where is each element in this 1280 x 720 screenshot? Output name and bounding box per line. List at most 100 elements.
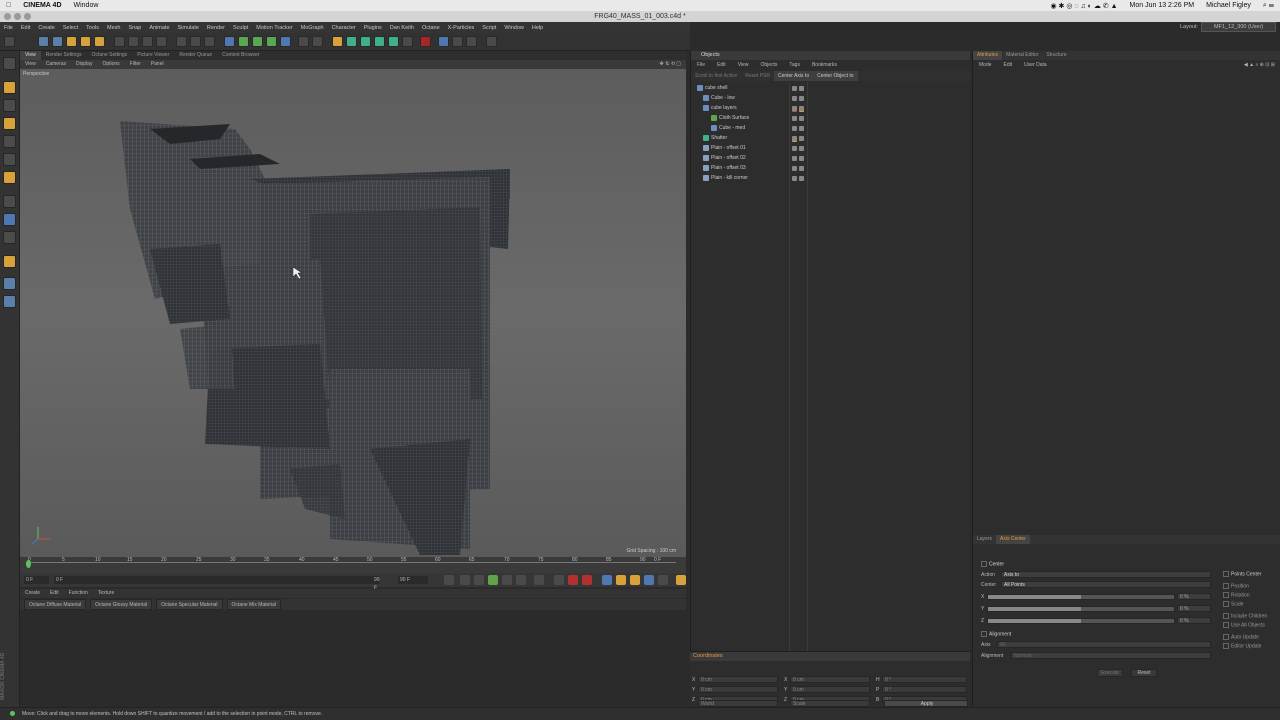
recent-tool-icon[interactable]	[94, 36, 105, 47]
render-view-icon[interactable]	[176, 36, 187, 47]
vp-menu-options[interactable]: Options	[97, 60, 124, 69]
coord-size-mode-dropdown[interactable]: Scale	[790, 700, 870, 707]
live-select-icon[interactable]	[38, 36, 49, 47]
spline-pen-icon[interactable]	[238, 36, 249, 47]
attr-menu-user-data[interactable]: User Data	[1018, 61, 1053, 70]
x-slider[interactable]	[987, 594, 1175, 600]
action-dropdown[interactable]: Axis to	[1001, 571, 1211, 578]
use-all-objects-checkbox[interactable]: Use All Objects	[1223, 622, 1265, 628]
coordinate-system-icon[interactable]	[156, 36, 167, 47]
viewport-nav-icons[interactable]: ✥ ⇅ ⟲ ▢	[655, 60, 686, 69]
tab-picture-viewer[interactable]: Picture Viewer	[132, 51, 174, 60]
edit-render-settings-icon[interactable]	[204, 36, 215, 47]
panel-icon[interactable]	[452, 36, 463, 47]
parameter-key-icon[interactable]	[658, 575, 668, 585]
viewport-layout-icon[interactable]	[466, 36, 477, 47]
layout-icon[interactable]	[438, 36, 449, 47]
tab-content-browser[interactable]: Content Browser	[217, 51, 264, 60]
menu-simulate[interactable]: Simulate	[174, 25, 203, 31]
layout-dropdown[interactable]: MF1_12_300 (User)	[1201, 22, 1277, 32]
mograph-fracture-icon[interactable]	[360, 36, 371, 47]
menu-mesh[interactable]: Mesh	[103, 25, 124, 31]
vp-menu-panel[interactable]: Panel	[146, 60, 169, 69]
pos-x-field[interactable]: 0 cm	[698, 676, 778, 683]
list-item[interactable]: Cloth Surface	[711, 114, 749, 123]
include-children-checkbox[interactable]: Include Children	[1223, 613, 1267, 619]
tab-center-object[interactable]: Center Object to	[813, 71, 858, 81]
tab-scroll-active[interactable]: Scroll to first Active	[691, 71, 741, 81]
model-mode-icon[interactable]	[3, 117, 16, 130]
object-tags[interactable]	[791, 104, 811, 113]
user-name[interactable]: Michael Figley	[1200, 2, 1257, 9]
tab-material-editor[interactable]: Material Editor	[1002, 51, 1042, 60]
rotation-checkbox[interactable]: Rotation	[1223, 592, 1250, 598]
list-item[interactable]: cube shell	[697, 84, 728, 93]
scale-checkbox[interactable]: Scale	[1223, 601, 1244, 607]
camera-icon[interactable]	[312, 36, 323, 47]
attr-menu-mode[interactable]: Mode	[973, 61, 998, 70]
timeline-ruler[interactable]: 0 5 10 15 20 25 30 35 40 45 50 55 60 65 …	[20, 557, 686, 573]
material-octane-diffuse[interactable]: Octane Diffuse Material	[24, 599, 87, 610]
reset-button[interactable]: Reset	[1131, 669, 1157, 677]
status-icons[interactable]: ◉ ✱ ◎ ◌ ♫ ◐ ☁ ✆ ▲	[1044, 2, 1123, 10]
menu-motion-tracker[interactable]: Motion Tracker	[252, 25, 296, 31]
tab-octane-settings[interactable]: Octane Settings	[87, 51, 133, 60]
render-picture-viewer-icon[interactable]	[190, 36, 201, 47]
minimize-window-button[interactable]	[14, 13, 21, 20]
tab-reset-psr[interactable]: Reset PSR	[741, 71, 774, 81]
edges-mode-icon[interactable]	[3, 153, 16, 166]
size-y-field[interactable]: 0 cm	[790, 686, 870, 693]
obj-menu-bookmarks[interactable]: Bookmarks	[806, 61, 843, 69]
tab-view[interactable]: View	[20, 51, 41, 60]
timeline-window-icon[interactable]	[676, 575, 686, 585]
planar-workplane-icon[interactable]	[3, 295, 16, 308]
play-icon[interactable]	[488, 575, 498, 585]
make-editable-icon[interactable]	[3, 57, 16, 70]
rotate-icon[interactable]	[80, 36, 91, 47]
center-dropdown[interactable]: All Points	[1001, 581, 1211, 588]
obj-menu-objects[interactable]: Objects	[754, 61, 783, 69]
obj-menu-file[interactable]: File	[691, 61, 711, 69]
array-icon[interactable]	[266, 36, 277, 47]
light-icon[interactable]	[332, 36, 343, 47]
record-icon[interactable]	[568, 575, 578, 585]
undo-icon[interactable]	[4, 36, 15, 47]
auto-update-checkbox[interactable]: Auto Update	[1223, 634, 1259, 640]
playhead[interactable]	[26, 560, 31, 568]
menu-help[interactable]: Help	[528, 25, 547, 31]
execute-button[interactable]: Execute	[1097, 669, 1123, 677]
apple-icon[interactable]: 	[0, 2, 17, 9]
material-octane-glossy[interactable]: Octane Glossy Material	[90, 599, 153, 610]
keyframe-selection-icon[interactable]	[602, 575, 612, 585]
object-tags[interactable]	[791, 154, 811, 163]
position-checkbox[interactable]: Position	[1223, 583, 1249, 589]
obj-menu-tags[interactable]: Tags	[783, 61, 806, 69]
next-key-icon[interactable]	[516, 575, 526, 585]
tweak-mode-icon[interactable]	[3, 213, 16, 226]
list-item[interactable]: Plain - offset 02	[703, 154, 746, 163]
move-icon[interactable]	[52, 36, 63, 47]
autokey-icon[interactable]	[582, 575, 592, 585]
menu-dan-keith[interactable]: Dan Keith	[386, 25, 418, 31]
prev-frame-icon[interactable]	[474, 575, 484, 585]
nurbs-icon[interactable]	[252, 36, 263, 47]
attr-menu-edit[interactable]: Edit	[998, 61, 1019, 70]
current-frame-field[interactable]: 0 F	[54, 576, 379, 584]
axis-mode-icon[interactable]	[3, 195, 16, 208]
menu-x-particles[interactable]: X-Particles	[444, 25, 479, 31]
menu-plugins[interactable]: Plugins	[360, 25, 386, 31]
menu-sculpt[interactable]: Sculpt	[229, 25, 252, 31]
axis-dropdown[interactable]: All	[997, 641, 1211, 648]
goto-end-icon[interactable]	[534, 575, 544, 585]
rotation-key-icon[interactable]	[644, 575, 654, 585]
scale-key-icon[interactable]	[630, 575, 640, 585]
z-slider[interactable]	[987, 618, 1175, 624]
y-value-field[interactable]: 0 %	[1177, 605, 1211, 612]
mograph-cloner-icon[interactable]	[346, 36, 357, 47]
mograph-tracer-icon[interactable]	[402, 36, 413, 47]
zoom-window-button[interactable]	[24, 13, 31, 20]
menu-octane[interactable]: Octane	[418, 25, 444, 31]
animation-mode-icon[interactable]	[3, 255, 16, 268]
attr-nav-icons[interactable]: ◀ ▲ ⌕ ⊕ ⊡ ⊞	[1238, 61, 1280, 70]
end-frame-field[interactable]: 90 F	[398, 576, 428, 584]
